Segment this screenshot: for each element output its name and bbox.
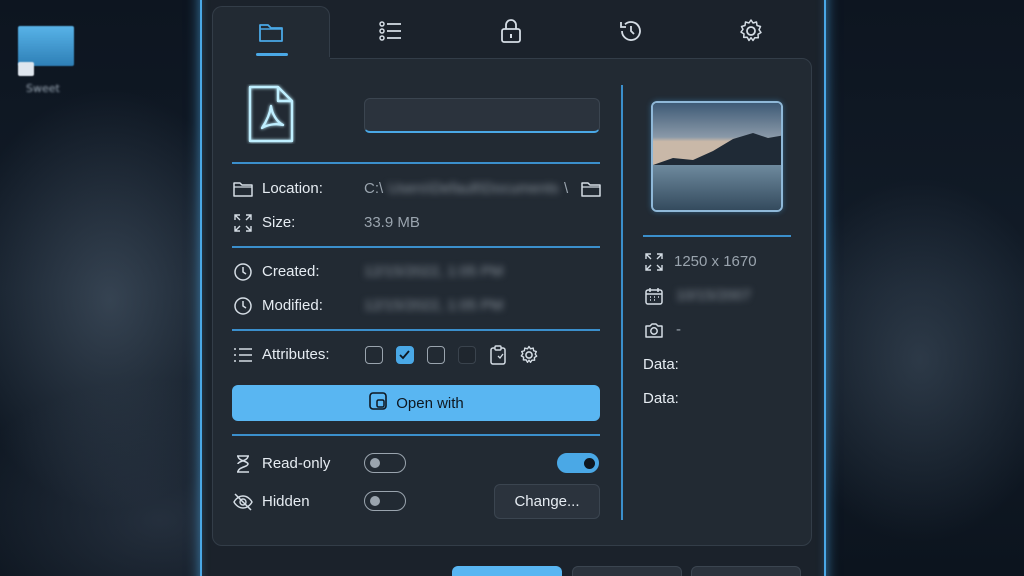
pdf-file-icon bbox=[246, 84, 296, 144]
divider bbox=[643, 235, 791, 237]
open-with-button[interactable]: Open with bbox=[232, 385, 600, 421]
modified-value: 12/15/2022, 1:05 PM bbox=[364, 297, 504, 314]
location-label: Location: bbox=[262, 180, 323, 197]
ok-button[interactable] bbox=[452, 566, 562, 576]
attribute-checkbox-1[interactable] bbox=[365, 346, 383, 364]
open-with-icon bbox=[368, 391, 388, 415]
location-prefix: C:\ bbox=[364, 180, 384, 197]
lock-icon bbox=[499, 18, 523, 48]
active-tab-indicator bbox=[256, 53, 288, 56]
folder-icon bbox=[258, 21, 284, 47]
desktop-shortcut-badge-icon bbox=[18, 62, 34, 76]
attribute-checkbox-3[interactable] bbox=[427, 346, 445, 364]
folder-icon bbox=[233, 180, 253, 200]
location-suffix: \ bbox=[564, 180, 569, 197]
eye-off-icon bbox=[233, 492, 253, 512]
divider bbox=[232, 246, 600, 248]
checkmark-icon bbox=[399, 350, 410, 360]
readonly-apply-toggle[interactable] bbox=[557, 453, 599, 473]
readonly-toggle[interactable] bbox=[364, 453, 406, 473]
divider bbox=[232, 329, 600, 331]
toggle-knob bbox=[584, 457, 595, 469]
vertical-divider bbox=[621, 85, 623, 520]
camera-icon bbox=[644, 320, 664, 340]
size-label: Size: bbox=[262, 214, 296, 231]
dimensions-icon bbox=[644, 252, 664, 272]
attribute-checkbox-4 bbox=[458, 346, 476, 364]
hourglass-icon bbox=[233, 454, 253, 474]
tab-bar bbox=[212, 6, 812, 60]
change-button[interactable]: Change... bbox=[494, 484, 600, 519]
location-path[interactable]: Users\Default\Documents\Sweet bbox=[388, 180, 558, 197]
expand-icon bbox=[233, 213, 253, 233]
hidden-label: Hidden bbox=[262, 493, 310, 510]
modified-label: Modified: bbox=[262, 297, 323, 314]
created-value: 12/15/2022, 1:05 PM bbox=[364, 263, 504, 280]
tab-security[interactable] bbox=[452, 6, 570, 60]
tab-previous-versions[interactable] bbox=[572, 6, 690, 60]
readonly-label: Read-only bbox=[262, 455, 331, 472]
clock-icon bbox=[233, 296, 253, 316]
hidden-toggle[interactable] bbox=[364, 491, 406, 511]
tab-general[interactable] bbox=[212, 6, 330, 60]
history-icon bbox=[618, 18, 644, 48]
tab-panel-join bbox=[213, 57, 330, 60]
tab-details[interactable] bbox=[332, 6, 450, 60]
data-label-1: Data: bbox=[643, 356, 679, 373]
desktop-icon-label[interactable]: Sweet bbox=[26, 82, 60, 95]
created-label: Created: bbox=[262, 263, 320, 280]
open-folder-icon[interactable] bbox=[581, 180, 601, 200]
calendar-icon bbox=[644, 286, 664, 306]
size-value: 33.9 MB bbox=[364, 214, 420, 231]
toggle-knob bbox=[370, 458, 380, 468]
apply-button[interactable] bbox=[691, 566, 801, 576]
clipboard-icon[interactable] bbox=[488, 345, 508, 365]
attribute-checkbox-2[interactable] bbox=[396, 346, 414, 364]
desktop-monitor-icon[interactable] bbox=[18, 26, 74, 66]
toggle-knob bbox=[370, 496, 380, 506]
attributes-label: Attributes: bbox=[262, 346, 330, 363]
camera-value: - bbox=[676, 321, 681, 338]
list-icon bbox=[378, 19, 404, 47]
image-date: 10/15/2007 bbox=[676, 287, 752, 304]
tab-settings[interactable] bbox=[692, 6, 810, 60]
image-preview bbox=[651, 101, 783, 212]
clock-icon bbox=[233, 262, 253, 282]
image-dimensions: 1250 x 1670 bbox=[674, 253, 757, 270]
file-name-input[interactable] bbox=[364, 98, 600, 133]
attributes-list-icon bbox=[233, 346, 253, 366]
gear-icon[interactable] bbox=[519, 345, 539, 365]
gear-icon bbox=[738, 18, 764, 48]
open-with-label: Open with bbox=[396, 394, 464, 412]
cancel-button[interactable] bbox=[572, 566, 682, 576]
divider bbox=[232, 434, 600, 436]
divider bbox=[232, 162, 600, 164]
data-label-2: Data: bbox=[643, 390, 679, 407]
